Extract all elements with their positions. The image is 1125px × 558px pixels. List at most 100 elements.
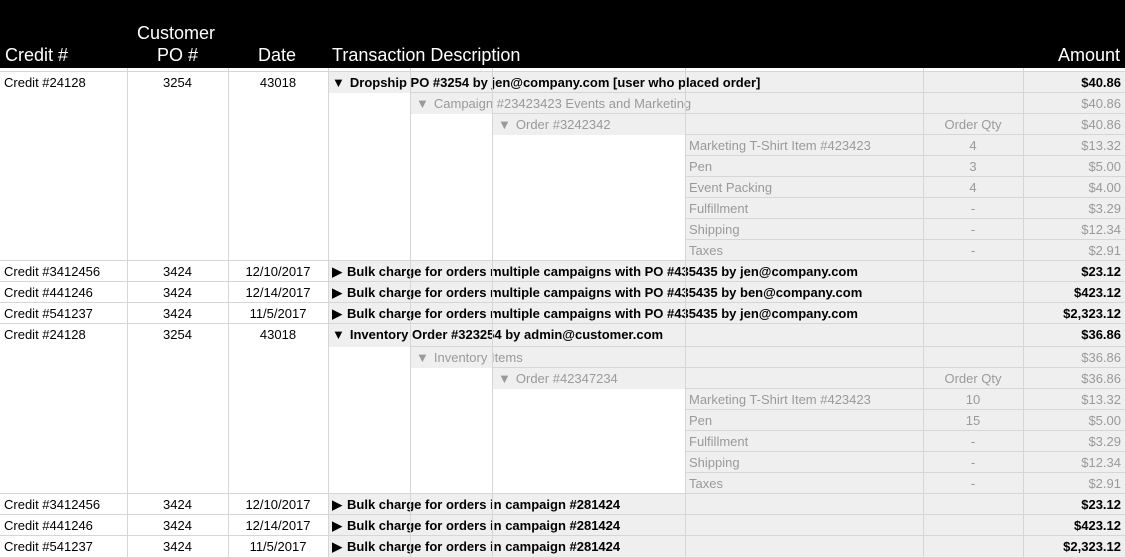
amount-cell[interactable]: $13.32 — [1023, 389, 1125, 410]
line-item-cell[interactable]: Fulfillment — [685, 431, 923, 452]
credit-cell[interactable]: Credit #441246 — [0, 515, 127, 536]
po-cell[interactable]: 3424 — [127, 282, 228, 303]
expanded-triangle-icon[interactable]: ▼ — [332, 72, 345, 93]
credit-cell[interactable]: Credit #541237 — [0, 303, 127, 324]
amount-cell[interactable]: $423.12 — [1023, 282, 1125, 303]
credit-cell[interactable]: Credit #541237 — [0, 536, 127, 557]
amount-cell[interactable]: $36.86 — [1023, 324, 1125, 347]
description-cell[interactable]: ▶ Bulk charge for orders in campaign #281… — [332, 515, 1019, 536]
description-cell[interactable]: ▶ Bulk charge for orders in campaign #281… — [332, 536, 1019, 557]
line-item-cell[interactable]: Event Packing — [685, 177, 923, 198]
qty-cell[interactable]: 3 — [923, 156, 1023, 177]
qty-cell[interactable]: 4 — [923, 177, 1023, 198]
amount-cell[interactable]: $5.00 — [1023, 410, 1125, 431]
header-credit[interactable]: Credit # — [5, 44, 68, 66]
description-cell[interactable]: ▶ Bulk charge for orders in campaign #281… — [332, 494, 1019, 515]
line-item-cell[interactable]: Shipping — [685, 219, 923, 240]
amount-cell[interactable]: $40.86 — [1023, 93, 1125, 114]
header-customer-po-line1[interactable]: Customer — [137, 22, 215, 44]
amount-cell[interactable]: $5.00 — [1023, 156, 1125, 177]
order-cell[interactable]: ▼ Order #3242342 — [492, 114, 923, 135]
header-amount[interactable]: Amount — [1058, 44, 1120, 66]
amount-cell[interactable]: $3.29 — [1023, 431, 1125, 452]
line-item-cell[interactable]: Pen — [685, 410, 923, 431]
qty-cell[interactable]: 4 — [923, 135, 1023, 156]
description-cell[interactable]: ▶ Bulk charge for orders multiple campaig… — [332, 282, 1019, 303]
credit-cell[interactable]: Credit #3412456 — [0, 494, 127, 515]
expanded-triangle-icon[interactable]: ▼ — [498, 368, 511, 389]
collapsed-triangle-icon[interactable]: ▶ — [332, 303, 342, 324]
amount-cell[interactable]: $23.12 — [1023, 494, 1125, 515]
header-description[interactable]: Transaction Description — [332, 44, 520, 66]
qty-cell[interactable]: - — [923, 240, 1023, 261]
po-cell[interactable]: 3424 — [127, 303, 228, 324]
amount-cell[interactable]: $2,323.12 — [1023, 536, 1125, 557]
date-cell[interactable]: 12/14/2017 — [228, 515, 328, 536]
line-item-cell[interactable]: Fulfillment — [685, 198, 923, 219]
amount-cell[interactable]: $23.12 — [1023, 261, 1125, 282]
expanded-triangle-icon[interactable]: ▼ — [416, 347, 429, 368]
description-cell[interactable]: ▶ Bulk charge for orders multiple campaig… — [332, 261, 1019, 282]
expanded-triangle-icon[interactable]: ▼ — [332, 324, 345, 345]
amount-cell[interactable]: $40.86 — [1023, 72, 1125, 93]
expanded-triangle-icon[interactable]: ▼ — [498, 114, 511, 135]
description-cell[interactable]: ▼ Dropship PO #3254 by jen@company.com [u… — [332, 72, 1019, 93]
amount-cell[interactable]: $4.00 — [1023, 177, 1125, 198]
description-cell[interactable]: ▶ Bulk charge for orders multiple campaig… — [332, 303, 1019, 324]
credit-cell[interactable]: Credit #24128 — [0, 324, 127, 347]
header-customer-po-line2[interactable]: PO # — [157, 44, 198, 66]
qty-cell[interactable]: - — [923, 219, 1023, 240]
credit-cell[interactable]: Credit #3412456 — [0, 261, 127, 282]
amount-cell[interactable]: $423.12 — [1023, 515, 1125, 536]
line-item-cell[interactable]: Shipping — [685, 452, 923, 473]
collapsed-triangle-icon[interactable]: ▶ — [332, 282, 342, 303]
credit-cell[interactable]: Credit #441246 — [0, 282, 127, 303]
credit-cell[interactable]: Credit #24128 — [0, 72, 127, 93]
qty-cell[interactable]: - — [923, 473, 1023, 494]
po-cell[interactable]: 3424 — [127, 261, 228, 282]
campaign-cell[interactable]: ▼ Inventory Items — [410, 347, 923, 368]
collapsed-triangle-icon[interactable]: ▶ — [332, 536, 342, 557]
campaign-cell[interactable]: ▼ Campaign #23423423 Events and Marketing — [410, 93, 923, 114]
po-cell[interactable]: 3424 — [127, 536, 228, 557]
amount-cell[interactable]: $12.34 — [1023, 452, 1125, 473]
amount-cell[interactable]: $2.91 — [1023, 473, 1125, 494]
qty-cell[interactable]: - — [923, 431, 1023, 452]
date-cell[interactable]: 12/10/2017 — [228, 494, 328, 515]
qty-cell[interactable]: 10 — [923, 389, 1023, 410]
collapsed-triangle-icon[interactable]: ▶ — [332, 261, 342, 282]
amount-cell[interactable]: $2.91 — [1023, 240, 1125, 261]
date-cell[interactable]: 12/14/2017 — [228, 282, 328, 303]
amount-cell[interactable]: $2,323.12 — [1023, 303, 1125, 324]
po-cell[interactable]: 3424 — [127, 515, 228, 536]
date-cell[interactable]: 43018 — [228, 324, 328, 347]
amount-cell[interactable]: $36.86 — [1023, 347, 1125, 368]
date-cell[interactable]: 12/10/2017 — [228, 261, 328, 282]
qty-cell[interactable]: Order Qty — [923, 368, 1023, 389]
po-cell[interactable]: 3424 — [127, 494, 228, 515]
amount-cell[interactable]: $36.86 — [1023, 368, 1125, 389]
qty-cell[interactable]: - — [923, 452, 1023, 473]
line-item-cell[interactable]: Pen — [685, 156, 923, 177]
order-cell[interactable]: ▼ Order #42347234 — [492, 368, 923, 389]
po-cell[interactable]: 3254 — [127, 324, 228, 347]
line-item-cell[interactable]: Taxes — [685, 473, 923, 494]
amount-cell[interactable]: $3.29 — [1023, 198, 1125, 219]
qty-cell[interactable]: - — [923, 198, 1023, 219]
amount-cell[interactable]: $40.86 — [1023, 114, 1125, 135]
po-cell[interactable]: 3254 — [127, 72, 228, 93]
line-item-cell[interactable]: Marketing T-Shirt Item #423423 — [685, 389, 923, 410]
collapsed-triangle-icon[interactable]: ▶ — [332, 515, 342, 536]
date-cell[interactable]: 43018 — [228, 72, 328, 93]
line-item-cell[interactable]: Taxes — [685, 240, 923, 261]
expanded-triangle-icon[interactable]: ▼ — [416, 93, 429, 114]
amount-cell[interactable]: $13.32 — [1023, 135, 1125, 156]
date-cell[interactable]: 11/5/2017 — [228, 536, 328, 557]
qty-cell[interactable]: Order Qty — [923, 114, 1023, 135]
header-date[interactable]: Date — [258, 44, 296, 66]
amount-cell[interactable]: $12.34 — [1023, 219, 1125, 240]
qty-cell[interactable]: 15 — [923, 410, 1023, 431]
description-cell[interactable]: ▼ Inventory Order #323254 by admin@custom… — [332, 324, 1019, 347]
date-cell[interactable]: 11/5/2017 — [228, 303, 328, 324]
collapsed-triangle-icon[interactable]: ▶ — [332, 494, 342, 515]
